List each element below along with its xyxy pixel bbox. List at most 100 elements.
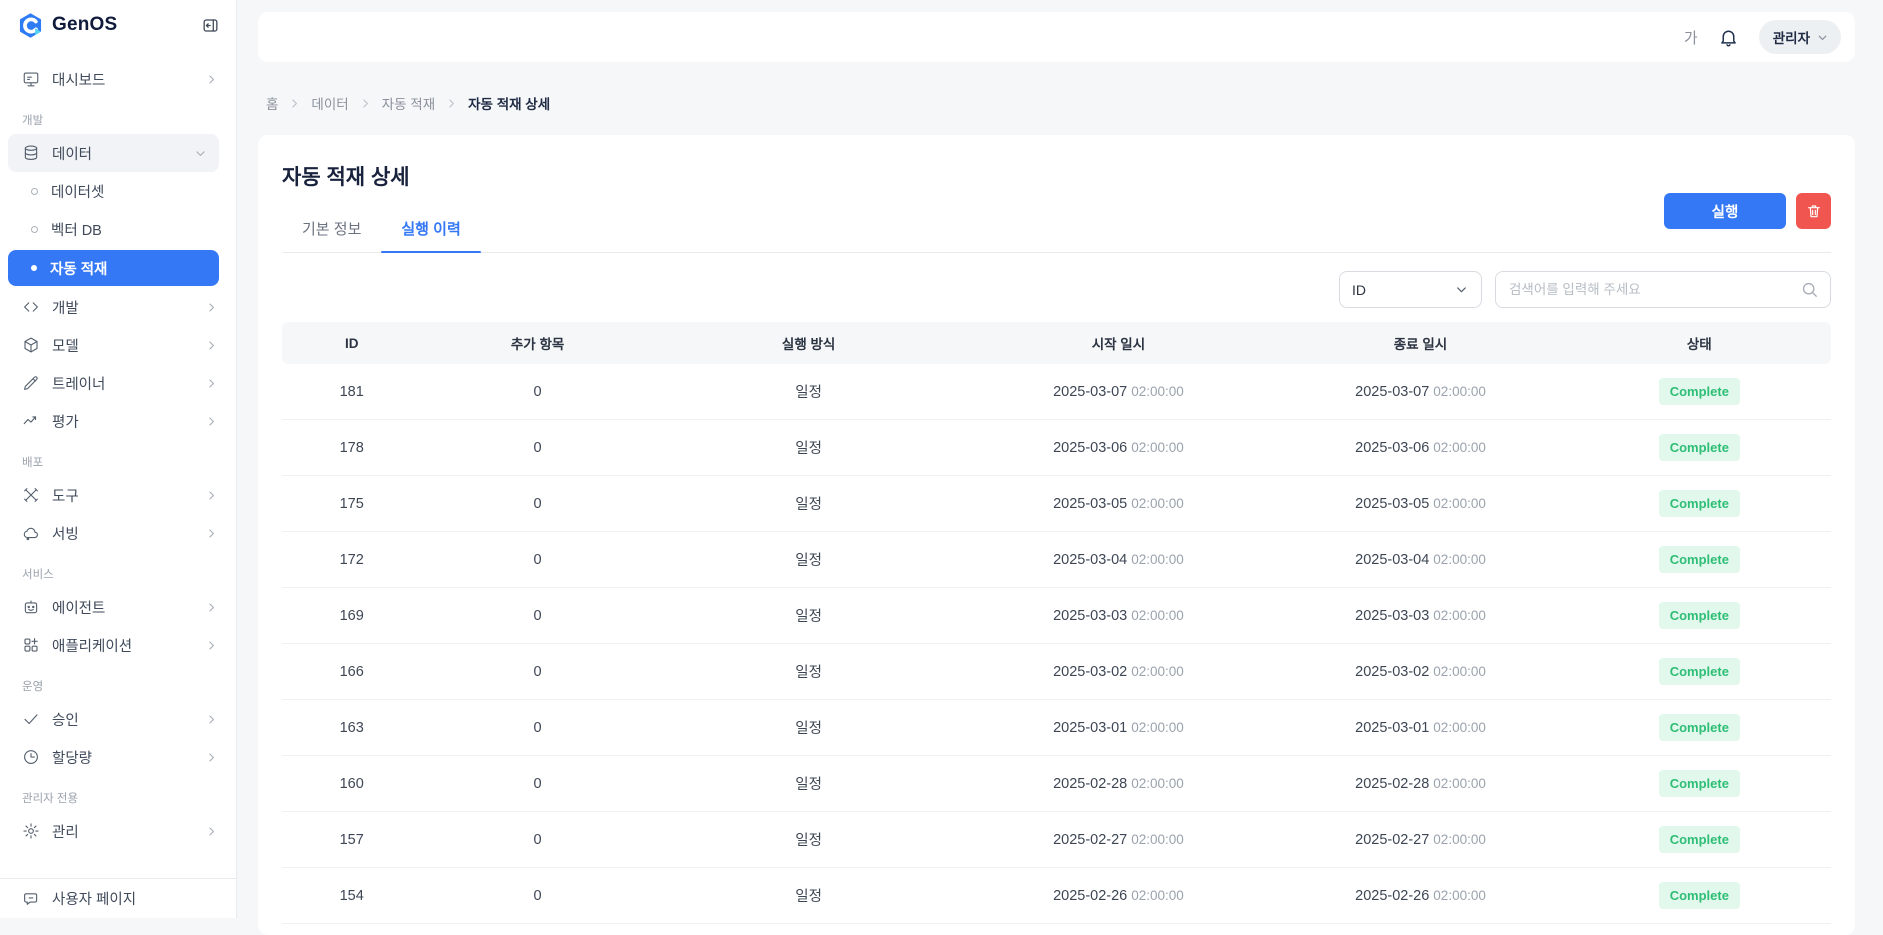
sidebar-item-label: 할당량 — [52, 747, 193, 768]
status-badge: Complete — [1659, 770, 1740, 797]
time-text: 02:00:00 — [1131, 720, 1184, 735]
table-row[interactable]: 1750일정2025-03-0502:00:002025-03-0502:00:… — [282, 476, 1831, 532]
genos-logo-icon — [17, 12, 44, 39]
sidebar-subitem[interactable]: 자동 적재 — [8, 250, 219, 286]
breadcrumb-link[interactable]: 홈 — [266, 93, 278, 113]
breadcrumb-link[interactable]: 자동 적재 — [382, 93, 435, 113]
table-row[interactable]: 1690일정2025-03-0302:00:002025-03-0302:00:… — [282, 588, 1831, 644]
cell-start-datetime: 2025-03-0402:00:00 — [964, 552, 1274, 568]
time-text: 02:00:00 — [1433, 776, 1486, 791]
cell-added-items: 0 — [421, 440, 653, 456]
date-text: 2025-03-06 — [1053, 440, 1127, 456]
sidebar-item[interactable]: 도구 — [0, 476, 236, 514]
sidebar-item-label: 에이전트 — [52, 597, 193, 618]
check-icon — [22, 710, 40, 728]
delete-button[interactable] — [1796, 193, 1831, 229]
sidebar-item[interactable]: 승인 — [0, 700, 236, 738]
sidebar-item-label: 데이터 — [52, 143, 182, 164]
time-text: 02:00:00 — [1131, 384, 1184, 399]
sidebar-item-user-page[interactable]: 사용자 페이지 — [0, 878, 236, 918]
time-text: 02:00:00 — [1131, 888, 1184, 903]
table-row[interactable]: 1810일정2025-03-0702:00:002025-03-0702:00:… — [282, 364, 1831, 420]
cell-id: 163 — [282, 720, 421, 736]
column-header: 추가 항목 — [421, 333, 653, 353]
table-row[interactable]: 1780일정2025-03-0602:00:002025-03-0602:00:… — [282, 420, 1831, 476]
clock-icon — [22, 748, 40, 766]
cell-start-datetime: 2025-02-2802:00:00 — [964, 776, 1274, 792]
sidebar-item[interactable]: 서빙 — [0, 514, 236, 552]
sidebar-subitem[interactable]: 벡터 DB — [0, 210, 236, 248]
cube-icon — [22, 336, 40, 354]
status-badge: Complete — [1659, 546, 1740, 573]
dashboard-icon — [22, 70, 40, 88]
sidebar-item[interactable]: 트레이너 — [0, 364, 236, 402]
notification-bell-icon[interactable] — [1718, 27, 1739, 48]
cell-status: Complete — [1568, 434, 1831, 461]
chevron-right-icon — [445, 97, 458, 110]
date-text: 2025-02-27 — [1053, 832, 1127, 848]
pencil-icon — [22, 374, 40, 392]
sidebar-item[interactable]: 애플리케이션 — [0, 626, 236, 664]
sidebar-item[interactable]: 개발 — [0, 288, 236, 326]
sidebar-section-label: 배포 — [22, 454, 236, 470]
sidebar-item[interactable]: 대시보드 — [0, 60, 236, 98]
table-row[interactable]: 1630일정2025-03-0102:00:002025-03-0102:00:… — [282, 700, 1831, 756]
run-button[interactable]: 실행 — [1664, 193, 1786, 229]
sidebar-item-label: 트레이너 — [52, 373, 193, 394]
chevron-right-icon — [205, 527, 218, 540]
cell-id: 169 — [282, 608, 421, 624]
sidebar-nav: 대시보드개발데이터데이터셋벡터 DB자동 적재개발모델트레이너평가배포도구서빙서… — [0, 50, 236, 850]
search-field-select[interactable]: ID — [1339, 271, 1482, 308]
chevron-right-icon — [288, 97, 301, 110]
chevron-right-icon — [205, 713, 218, 726]
cell-added-items: 0 — [421, 832, 653, 848]
breadcrumb-link[interactable]: 데이터 — [311, 93, 348, 113]
status-badge: Complete — [1659, 714, 1740, 741]
cell-added-items: 0 — [421, 776, 653, 792]
status-badge: Complete — [1659, 602, 1740, 629]
gear-icon — [22, 822, 40, 840]
page-title: 자동 적재 상세 — [282, 161, 1831, 191]
status-badge: Complete — [1659, 826, 1740, 853]
sidebar-item[interactable]: 평가 — [0, 402, 236, 440]
tab-run-history[interactable]: 실행 이력 — [381, 207, 480, 252]
sidebar-item[interactable]: 할당량 — [0, 738, 236, 776]
sidebar-collapse-icon[interactable] — [201, 16, 220, 35]
cell-id: 178 — [282, 440, 421, 456]
sidebar-section-label: 운영 — [22, 678, 236, 694]
sidebar-section-label: 관리자 전용 — [22, 790, 236, 806]
date-text: 2025-03-03 — [1053, 608, 1127, 624]
search-input[interactable] — [1495, 271, 1831, 308]
sidebar-item[interactable]: 모델 — [0, 326, 236, 364]
table-row[interactable]: 1720일정2025-03-0402:00:002025-03-0402:00:… — [282, 532, 1831, 588]
user-menu[interactable]: 관리자 — [1759, 20, 1841, 54]
sidebar-item[interactable]: 에이전트 — [0, 588, 236, 626]
cell-run-mode: 일정 — [654, 549, 964, 570]
sidebar-item-label: 평가 — [52, 411, 193, 432]
table-row[interactable]: 1600일정2025-02-2802:00:002025-02-2802:00:… — [282, 756, 1831, 812]
table-row[interactable]: 1540일정2025-02-2602:00:002025-02-2602:00:… — [282, 868, 1831, 924]
search-box — [1495, 271, 1831, 308]
chat-arrow-icon — [22, 890, 40, 908]
cell-status: Complete — [1568, 490, 1831, 517]
font-size-button[interactable]: 가 — [1684, 27, 1698, 48]
search-icon[interactable] — [1800, 280, 1819, 299]
sidebar-item-label: 관리 — [52, 821, 193, 842]
cell-run-mode: 일정 — [654, 773, 964, 794]
table-row[interactable]: 1570일정2025-02-2702:00:002025-02-2702:00:… — [282, 812, 1831, 868]
cell-added-items: 0 — [421, 664, 653, 680]
sidebar-item-label: 도구 — [52, 485, 193, 506]
sidebar-item[interactable]: 관리 — [0, 812, 236, 850]
table-row[interactable]: 1660일정2025-03-0202:00:002025-03-0202:00:… — [282, 644, 1831, 700]
tab-basic-info[interactable]: 기본 정보 — [282, 207, 381, 252]
sidebar-subitem[interactable]: 데이터셋 — [0, 172, 236, 210]
sidebar-item-label: 자동 적재 — [50, 258, 107, 279]
status-badge: Complete — [1659, 882, 1740, 909]
sidebar-item[interactable]: 데이터 — [8, 134, 219, 172]
filter-row: ID — [282, 271, 1831, 308]
date-text: 2025-03-03 — [1355, 608, 1429, 624]
cell-run-mode: 일정 — [654, 829, 964, 850]
cell-run-mode: 일정 — [654, 381, 964, 402]
sidebar-section-label: 서비스 — [22, 566, 236, 582]
chevron-right-icon — [205, 73, 218, 86]
